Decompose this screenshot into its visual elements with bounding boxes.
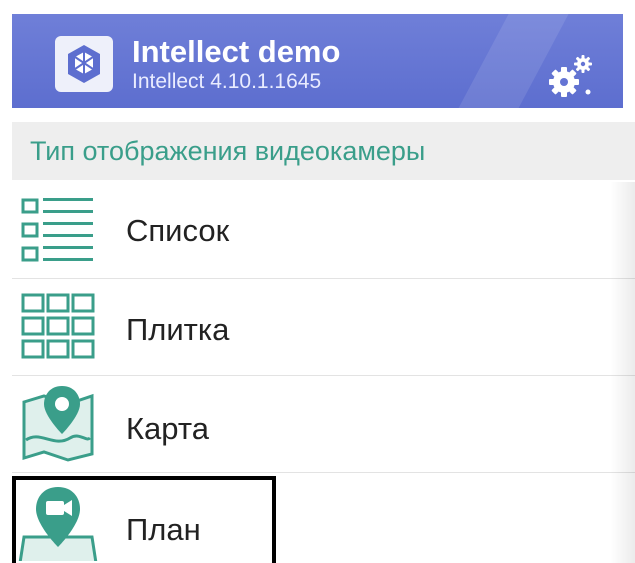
scroll-edge-shadow [610, 182, 635, 563]
menu-item-map[interactable]: Карта [12, 376, 635, 473]
app-header: Intellect demo Intellect 4.10.1.1645 [12, 14, 623, 108]
gear-settings-icon[interactable] [544, 48, 600, 104]
app-title: Intellect demo [132, 34, 341, 69]
app-screen: Intellect demo Intellect 4.10.1.1645 Тип… [0, 0, 635, 563]
intellect-logo-icon [55, 36, 113, 92]
map-pin-icon [18, 382, 98, 462]
menu-item-label: Список [126, 213, 230, 248]
section-title: Тип отображения видеокамеры [30, 136, 426, 166]
app-version: Intellect 4.10.1.1645 [132, 70, 322, 93]
list-view-icon [18, 190, 98, 270]
menu-item-tile[interactable]: Плитка [12, 279, 635, 376]
highlight-frame [12, 476, 276, 563]
tile-grid-icon [18, 287, 98, 367]
section-header: Тип отображения видеокамеры [12, 122, 635, 180]
menu-item-label: Карта [126, 411, 209, 446]
menu-item-list[interactable]: Список [12, 182, 635, 279]
menu-item-label: Плитка [126, 312, 230, 347]
